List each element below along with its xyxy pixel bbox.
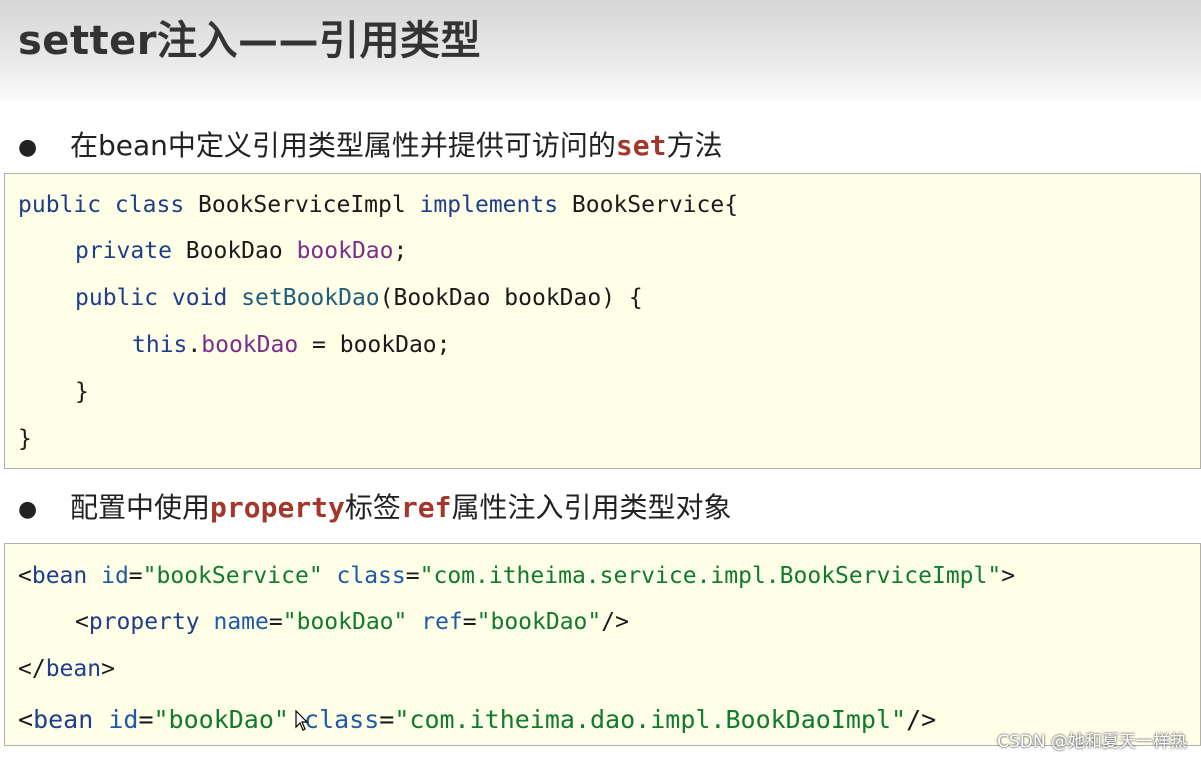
xml-eq: = [268,609,283,635]
xml-bracket: > [1001,563,1016,589]
xml-eq: = [405,563,420,589]
bullet-1-prefix: 在bean中定义引用类型属性并提供可访问的 [70,129,616,162]
xml-attr: name [199,609,269,635]
bullet-2-middle: 标签 [344,491,401,524]
xml-tag: bean [45,656,102,682]
code-keyword: implements [419,192,559,218]
code-line: <bean id="bookService" class="com.itheim… [18,563,1015,589]
code-field: bookDao [201,332,299,358]
xml-bracket: < [18,705,34,734]
watermark: CSDN @她和夏天一样热 [997,732,1187,752]
code-keyword: public class [18,192,185,218]
code-keyword: this [132,332,188,358]
code-line: private BookDao bookDao; [75,238,407,264]
code-text: (BookDao bookDao) { [379,285,643,311]
code-text: BookService{ [558,192,739,218]
xml-attr: class [322,563,406,589]
code-text: BookDao [171,238,297,264]
code-keyword: public void [75,285,228,311]
xml-code-block: <bean id="bookService" class="com.itheim… [4,543,1201,746]
xml-value: "bookDao" [282,609,408,635]
xml-bracket: /> [906,705,937,734]
bullet-2-prefix: 配置中使用 [70,491,211,524]
xml-value: "bookDao" [476,609,602,635]
code-line: } [75,379,89,405]
bullet-2-keyword-1: property [210,491,345,524]
code-text: BookServiceImpl [184,192,420,218]
xml-bracket: > [101,656,115,682]
xml-bracket: < [75,609,89,635]
xml-value: "bookDao" [153,705,289,734]
xml-eq: = [379,705,395,734]
xml-eq: = [138,705,154,734]
bullet-1-suffix: 方法 [666,129,723,162]
xml-attr: ref [407,609,463,635]
xml-tag: property [88,609,200,635]
bullet-point-2: ● 配置中使用property标签ref属性注入引用类型对象 [18,486,731,526]
title-bar: setter注入——引用类型 [0,0,1201,100]
xml-bracket: </ [18,656,46,682]
code-text: ; [393,238,408,264]
code-text: . [187,332,202,358]
bullet-dot-icon: ● [18,496,38,522]
xml-tag: bean [33,705,94,734]
java-code-block: public class BookServiceImpl implements … [4,173,1201,469]
code-line: <property name="bookDao" ref="bookDao"/> [75,609,629,635]
xml-value: "com.itheima.dao.impl.BookDaoImpl" [394,705,907,734]
code-line: this.bookDao = bookDao; [132,332,451,358]
xml-value: "com.itheima.service.impl.BookServiceImp… [419,563,1002,589]
slide-title: setter注入——引用类型 [18,18,482,64]
bullet-dot-icon: ● [18,134,38,160]
xml-value: "bookService" [142,563,323,589]
bullet-point-1: ● 在bean中定义引用类型属性并提供可访问的set方法 [18,124,723,164]
code-keyword: private [75,238,172,264]
xml-eq: = [462,609,477,635]
xml-bracket: < [18,563,32,589]
xml-attr: id [87,563,129,589]
code-line: } [18,426,32,452]
mouse-cursor-icon [295,710,309,731]
xml-eq: = [128,563,143,589]
code-field: bookDao [296,238,394,264]
bullet-2-keyword-2: ref [400,491,452,524]
bullet-2-suffix: 属性注入引用类型对象 [451,491,732,524]
code-method: setBookDao [241,285,380,311]
xml-tag: bean [31,563,88,589]
code-line: </bean> [18,656,115,682]
xml-bracket: /> [601,609,629,635]
bullet-1-keyword: set [615,129,667,162]
xml-attr: id [93,705,139,734]
code-line: public void setBookDao(BookDao bookDao) … [75,285,643,311]
code-line: public class BookServiceImpl implements … [18,192,738,218]
code-line: <bean id="bookDao" class="com.itheima.da… [18,705,936,734]
code-text: = bookDao; [298,332,451,358]
